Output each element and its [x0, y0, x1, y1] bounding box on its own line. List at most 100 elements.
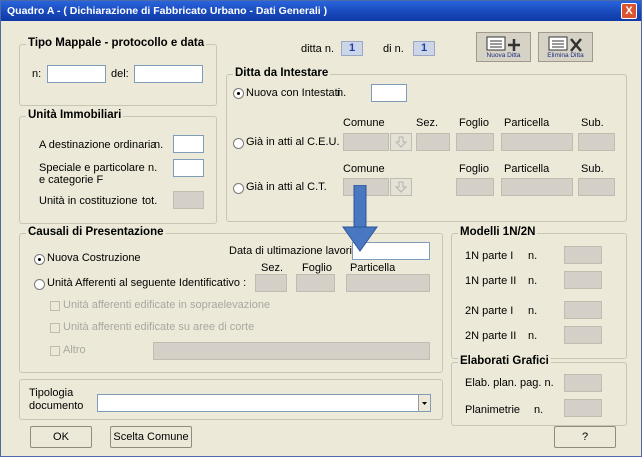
ct-foglio-field [456, 178, 494, 196]
ct-foglio-header: Foglio [459, 163, 489, 175]
ct-comune-lookup-button[interactable] [390, 178, 412, 196]
speciale-label-2: e categorie F [39, 174, 104, 186]
modelli-1n-ii-label: 1N parte II [465, 275, 517, 287]
ceu-comune-field [343, 133, 389, 151]
window-title: Quadro A - ( Dichiarazione di Fabbricato… [7, 5, 328, 17]
afferenti-radio[interactable] [34, 279, 45, 290]
elab-plan-label: Elab. plan. pag. n. [465, 377, 554, 389]
ceu-particella-field [501, 133, 573, 151]
modelli-2n-i-field [564, 301, 602, 319]
protocollo-n-label: n: [32, 68, 42, 80]
ct-particella-header: Particella [504, 163, 550, 175]
planimetrie-label: Planimetrie [465, 404, 521, 416]
aree-corte-checkbox[interactable] [50, 323, 60, 333]
costruzione-tot-label: tot. [142, 195, 158, 207]
modelli-2n-ii-label: 2N parte II [465, 330, 517, 342]
ceu-foglio-header: Foglio [459, 117, 489, 129]
ceu-sez-field [416, 133, 450, 151]
sopraelevazione-checkbox[interactable] [50, 301, 60, 311]
ct-comune-header: Comune [343, 163, 385, 175]
protocollo-del-label: del: [111, 68, 129, 80]
ditta-intestare-group: Ditta da Intestare Nuova con Intestati n… [226, 67, 627, 222]
ceu-sez-header: Sez. [416, 117, 439, 129]
tipologia-dropdown-button[interactable] [418, 395, 430, 411]
afferenti-label: Unità Afferenti al seguente Identificati… [47, 277, 247, 289]
ceu-radio[interactable] [233, 138, 244, 149]
altro-checkbox[interactable] [50, 346, 60, 356]
afferenti-particella-header: Particella [350, 262, 396, 274]
tipo-mappale-group: Tipo Mappale - protocollo e data n: del: [19, 37, 217, 106]
di-label: di n. [383, 43, 404, 55]
afferenti-sez-header: Sez. [261, 262, 284, 274]
ct-label: Già in atti al C.T. [246, 181, 327, 193]
ceu-comune-lookup-button[interactable] [390, 133, 412, 151]
modelli-1n-i-field [564, 246, 602, 264]
modelli-1n-ii-n: n. [528, 275, 538, 287]
data-ultimazione-label: Data di ultimazione lavori : [229, 245, 359, 257]
ct-sub-field [578, 178, 615, 196]
dialog-client: ditta n. 1 di n. 1 Nuova Ditta Elimina D… [4, 22, 638, 453]
costruzione-total [173, 191, 204, 209]
costruzione-label: Unità in costituzione [39, 195, 138, 207]
planimetrie-field [564, 399, 602, 417]
ceu-label: Già in atti al C.E.U. [246, 136, 340, 148]
unita-title: Unità Immobiliari [26, 109, 124, 121]
arrow-down-icon [394, 181, 408, 193]
protocollo-n-input[interactable] [47, 65, 106, 83]
elaborati-title: Elaborati Grafici [458, 355, 551, 367]
altro-label: Altro [63, 344, 86, 356]
modelli-title: Modelli 1N/2N [458, 226, 538, 238]
afferenti-foglio-field [296, 274, 335, 292]
new-ditta-label: Nuova Ditta [486, 52, 521, 59]
nuova-intestati-input[interactable] [371, 84, 407, 102]
elaborati-group: Elaborati Grafici Elab. plan. pag. n. Pl… [451, 355, 627, 426]
delete-ditta-button[interactable]: Elimina Ditta [538, 32, 593, 62]
di-number: 1 [413, 41, 435, 56]
ok-button[interactable]: OK [30, 426, 92, 448]
ordinaria-input[interactable] [173, 135, 204, 153]
protocollo-date-input[interactable] [134, 65, 203, 83]
chevron-down-icon [422, 402, 427, 405]
ceu-foglio-field [456, 133, 494, 151]
tipologia-label-2: documento [29, 400, 84, 412]
causali-title: Causali di Presentazione [26, 226, 166, 238]
nuova-costruzione-radio[interactable] [34, 254, 45, 265]
afferenti-particella-field [346, 274, 430, 292]
modelli-2n-ii-n: n. [528, 330, 538, 342]
arrow-down-icon [394, 136, 408, 148]
nuova-intestati-label: Nuova con Intestati [246, 87, 341, 99]
tipologia-select[interactable] [97, 394, 431, 412]
modelli-1n-i-label: 1N parte I [465, 250, 514, 262]
planimetrie-n-label: n. [534, 404, 544, 416]
close-button[interactable]: X [621, 3, 637, 19]
nuova-costruzione-label: Nuova Costruzione [47, 252, 141, 264]
annotation-arrow-icon [342, 185, 378, 252]
ceu-sub-field [578, 133, 615, 151]
speciale-n-label: n. [148, 162, 158, 174]
nuova-intestati-radio[interactable] [233, 88, 244, 99]
ditta-number: 1 [341, 41, 363, 56]
scelta-comune-button[interactable]: Scelta Comune [110, 426, 192, 448]
modelli-2n-i-n: n. [528, 305, 538, 317]
title-bar[interactable]: Quadro A - ( Dichiarazione di Fabbricato… [1, 1, 641, 21]
afferenti-sez-field [255, 274, 287, 292]
sopraelevazione-label: Unità afferenti edificate in sopraelevaz… [63, 299, 271, 311]
ceu-comune-header: Comune [343, 117, 385, 129]
help-button[interactable]: ? [554, 426, 616, 448]
modelli-1n-i-n: n. [528, 250, 538, 262]
ct-radio[interactable] [233, 183, 244, 194]
tipologia-label-1: Tipologia [29, 387, 74, 399]
speciale-input[interactable] [173, 159, 204, 177]
ordinaria-label: A destinazione ordinaria [39, 139, 157, 151]
modelli-1n-ii-field [564, 271, 602, 289]
afferenti-foglio-header: Foglio [302, 262, 332, 274]
altro-field [153, 342, 430, 360]
new-ditta-button[interactable]: Nuova Ditta [476, 32, 531, 62]
elab-plan-field [564, 374, 602, 392]
aree-corte-label: Unità afferenti edificate su aree di cor… [63, 321, 255, 333]
ct-sub-header: Sub. [581, 163, 604, 175]
delete-ditta-label: Elimina Ditta [547, 52, 584, 59]
ceu-particella-header: Particella [504, 117, 550, 129]
nuova-intestati-n-label: n. [337, 87, 347, 99]
tipo-mappale-title: Tipo Mappale - protocollo e data [26, 37, 207, 49]
